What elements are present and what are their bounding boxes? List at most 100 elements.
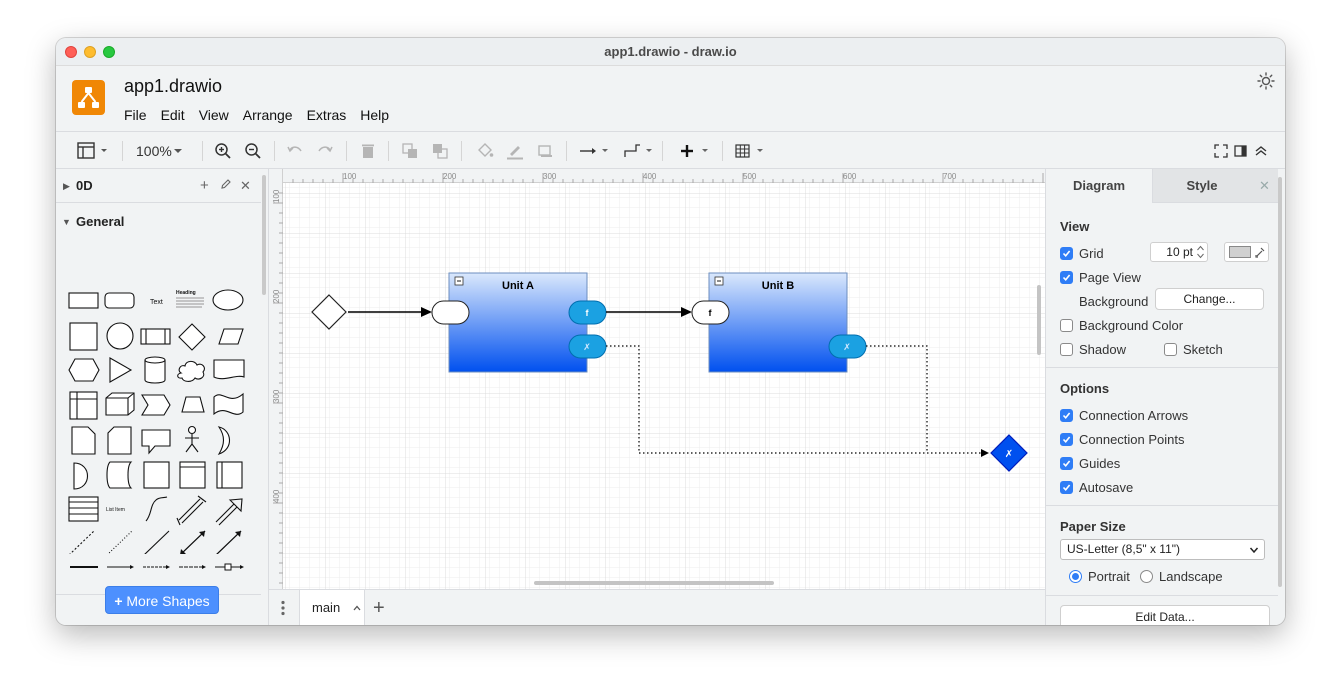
shape-hexagon[interactable] (68, 358, 100, 382)
sidebar-section-0d[interactable]: ▶ 0D + ✕ (56, 169, 261, 203)
collapse-toolbar-button[interactable] (1253, 140, 1269, 162)
grid-size-input[interactable]: 10 pt (1150, 242, 1208, 262)
format-panel-toggle[interactable] (1233, 140, 1249, 162)
shape-dashed-line[interactable] (69, 530, 95, 554)
page-menu-icon[interactable] (281, 600, 285, 619)
sketch-row[interactable]: Sketch (1164, 339, 1223, 359)
shape-cloud[interactable] (177, 360, 205, 382)
shape-step[interactable] (141, 394, 171, 416)
chevron-up-icon[interactable] (352, 604, 362, 612)
shape-swimlane[interactable] (216, 461, 243, 489)
tab-diagram[interactable]: Diagram (1046, 169, 1153, 203)
stepper-icon[interactable] (1196, 244, 1205, 260)
menu-file[interactable]: File (124, 107, 147, 123)
landscape-option[interactable]: Landscape (1140, 566, 1223, 586)
view-panels-button[interactable] (76, 140, 110, 162)
edit-icon[interactable] (220, 169, 232, 203)
shape-parallelogram[interactable] (218, 328, 244, 345)
start-diamond[interactable] (311, 294, 347, 330)
shape-diamond[interactable] (178, 323, 206, 351)
shape-trapezoid[interactable] (181, 396, 205, 413)
zoom-out-button[interactable] (244, 140, 262, 162)
shape-curve[interactable] (145, 496, 168, 522)
shape-document[interactable] (213, 359, 245, 380)
shape-process[interactable] (140, 328, 171, 345)
maximize-window-button[interactable] (103, 46, 115, 58)
to-front-button[interactable] (401, 140, 419, 162)
edge-unit-b-error[interactable] (866, 345, 928, 453)
menu-view[interactable]: View (199, 107, 229, 123)
shape-line[interactable] (144, 530, 170, 554)
shape-internal-storage[interactable] (69, 391, 98, 420)
portrait-option[interactable]: Portrait (1069, 566, 1130, 586)
menu-arrange[interactable]: Arrange (243, 107, 293, 123)
line-color-button[interactable] (506, 140, 524, 162)
shape-circle[interactable] (106, 322, 134, 350)
menu-help[interactable]: Help (360, 107, 389, 123)
fullscreen-button[interactable] (1213, 140, 1229, 162)
shape-or[interactable] (217, 426, 231, 455)
connection-arrows-row[interactable]: Connection Arrows (1060, 405, 1188, 425)
grid-checkbox[interactable] (1060, 246, 1073, 260)
close-window-button[interactable] (65, 46, 77, 58)
shape-list-item[interactable]: List Item (106, 507, 125, 513)
more-shapes-button[interactable]: + More Shapes (105, 586, 219, 614)
waypoints-button[interactable] (622, 140, 656, 162)
shape-rectangle[interactable] (68, 292, 99, 309)
shape-callout[interactable] (141, 429, 171, 455)
add-icon[interactable]: + (200, 169, 209, 203)
document-title[interactable]: app1.drawio (124, 76, 222, 97)
shadow-button[interactable] (536, 140, 554, 162)
shadow-checkbox[interactable] (1060, 342, 1073, 356)
shape-card[interactable] (107, 426, 132, 455)
connection-arrows-checkbox[interactable] (1060, 408, 1073, 422)
canvas-horizontal-scrollbar[interactable] (534, 581, 774, 585)
grid-checkbox-row[interactable]: Grid (1060, 243, 1104, 263)
add-page-button[interactable]: + (373, 597, 385, 620)
shape-rounded-rectangle[interactable] (104, 292, 135, 309)
connection-points-checkbox[interactable] (1060, 432, 1073, 446)
fill-color-button[interactable] (476, 140, 494, 162)
landscape-radio[interactable] (1140, 569, 1153, 583)
shape-data-storage[interactable] (106, 461, 133, 489)
shape-palette[interactable]: Text Heading List Item (64, 244, 254, 554)
guides-checkbox[interactable] (1060, 456, 1073, 470)
zoom-dropdown[interactable]: 100% (136, 140, 184, 162)
menu-extras[interactable]: Extras (307, 107, 347, 123)
shape-container[interactable] (143, 461, 170, 489)
table-button[interactable] (734, 140, 768, 162)
delete-button[interactable] (359, 140, 377, 162)
page-view-checkbox[interactable] (1060, 270, 1073, 284)
diagram-canvas[interactable]: 100 200 300 400 500 600 700 100 200 300 … (269, 169, 1045, 589)
background-color-row[interactable]: Background Color (1060, 315, 1183, 335)
connection-style-button[interactable] (578, 140, 612, 162)
close-panel-icon[interactable]: ✕ (1251, 169, 1278, 203)
autosave-row[interactable]: Autosave (1060, 477, 1133, 497)
autosave-checkbox[interactable] (1060, 480, 1073, 494)
change-background-button[interactable]: Change... (1155, 288, 1264, 310)
guides-row[interactable]: Guides (1060, 453, 1120, 473)
background-color-checkbox[interactable] (1060, 318, 1073, 332)
shape-ellipse[interactable] (212, 289, 244, 311)
shape-heading[interactable]: Heading (176, 290, 196, 296)
page-view-row[interactable]: Page View (1060, 267, 1141, 287)
shape-double-arrow[interactable] (176, 495, 207, 526)
canvas-vertical-scrollbar[interactable] (1037, 285, 1041, 355)
unit-a-input-port[interactable] (431, 300, 470, 325)
zoom-in-button[interactable] (214, 140, 232, 162)
connector-palette[interactable] (64, 561, 254, 573)
undo-button[interactable] (286, 140, 304, 162)
sketch-checkbox[interactable] (1164, 342, 1177, 356)
menu-edit[interactable]: Edit (161, 107, 185, 123)
edit-data-button[interactable]: Edit Data... (1060, 605, 1270, 625)
insert-button[interactable] (678, 140, 712, 162)
shape-triangle[interactable] (109, 357, 133, 383)
portrait-radio[interactable] (1069, 569, 1082, 583)
page-tab-main[interactable]: main (299, 590, 365, 625)
shadow-row[interactable]: Shadow (1060, 339, 1126, 359)
minimize-window-button[interactable] (84, 46, 96, 58)
shape-arrow[interactable] (215, 498, 243, 526)
shape-delay[interactable] (73, 462, 89, 490)
grid-color-picker[interactable] (1224, 242, 1269, 262)
diagram[interactable]: Unit A f ✗ Unit B f ✗ ✗ (269, 169, 1045, 589)
